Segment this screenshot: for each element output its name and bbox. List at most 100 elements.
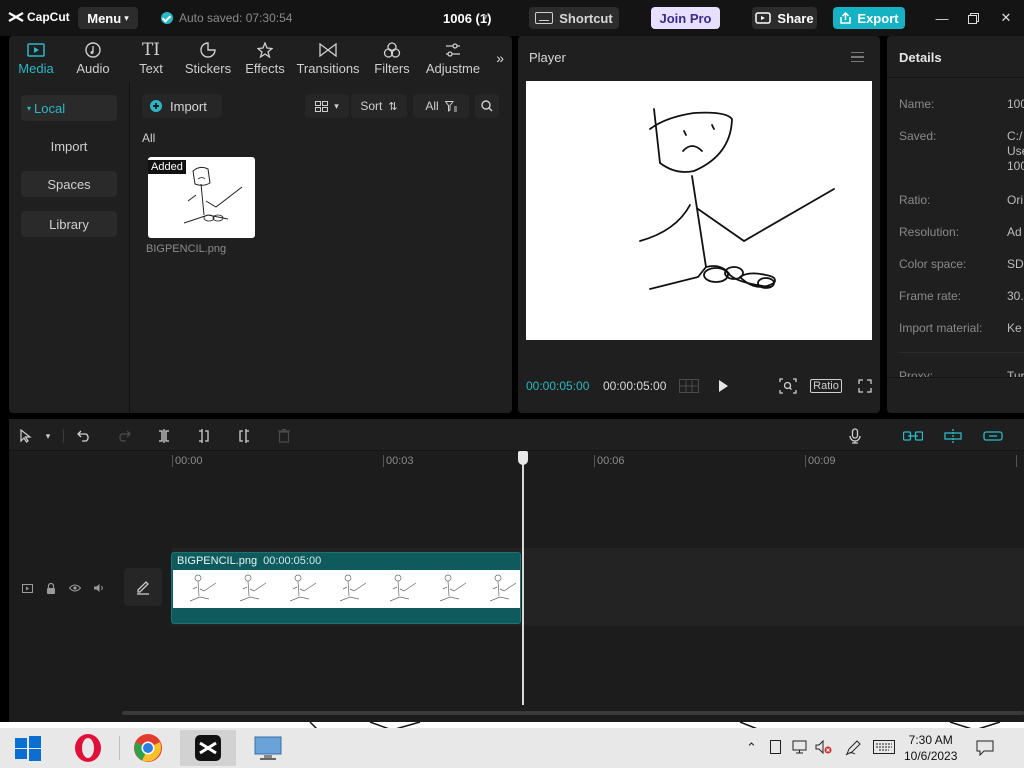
grid-view-icon (315, 100, 329, 112)
notification-icon[interactable] (976, 740, 994, 759)
tab-stickers-label: Stickers (184, 61, 232, 76)
tab-effects[interactable]: Effects (244, 36, 286, 82)
timecode-grid-icon[interactable] (678, 376, 700, 396)
media-icon (26, 41, 46, 59)
view-mode-button[interactable]: ▾ (305, 94, 349, 118)
ratio-button[interactable]: Ratio (809, 376, 843, 396)
chrome-taskbar-icon[interactable] (120, 730, 176, 766)
link-clips-icon[interactable] (902, 427, 924, 445)
zoom-fit-icon[interactable] (778, 376, 798, 396)
tab-adjustment[interactable]: Adjustme (423, 36, 483, 82)
check-circle-icon (161, 12, 173, 24)
share-button[interactable]: Share (752, 7, 817, 29)
sort-button[interactable]: Sort ⇅ (351, 94, 407, 118)
detail-label: Import material: (899, 321, 983, 335)
nav-import[interactable]: Import (21, 133, 117, 159)
divider (887, 377, 1024, 378)
media-thumbnail[interactable]: Added (148, 157, 255, 238)
detail-label: Frame rate: (899, 289, 962, 303)
tab-transitions-label: Transitions (296, 61, 360, 76)
timeline-ruler[interactable]: 00:00 00:03 00:06 00:09 (172, 451, 1024, 469)
tab-transitions[interactable]: Transitions (296, 36, 360, 82)
track-toggle-icon[interactable] (20, 581, 34, 595)
filter-button[interactable]: All (413, 94, 469, 118)
start-button[interactable] (0, 730, 56, 766)
share-label: Share (777, 10, 814, 26)
close-icon[interactable]: ✕ (996, 8, 1016, 28)
sort-label: Sort (360, 99, 383, 113)
import-label: Import (170, 98, 207, 114)
ratio-label: Ratio (810, 379, 842, 393)
clock-time: 7:30 AM (908, 733, 953, 747)
stickers-icon (198, 41, 218, 59)
shortcut-button[interactable]: Shortcut (529, 7, 619, 29)
tab-text-label: Text (139, 61, 163, 76)
import-button[interactable]: Import (142, 94, 222, 118)
network-icon[interactable] (792, 740, 810, 757)
chevron-double-right-icon[interactable]: » (496, 50, 504, 66)
detail-label: Saved: (899, 129, 937, 143)
tablet-icon[interactable] (770, 740, 781, 757)
delete-icon[interactable] (275, 427, 293, 445)
select-cursor-icon[interactable] (17, 427, 35, 445)
eye-icon[interactable] (68, 581, 82, 595)
windows-taskbar: ⌃ 7:30 AM 10/6/2023 (0, 728, 1024, 768)
clip-frame (473, 570, 520, 608)
tab-media[interactable]: Media (16, 36, 56, 82)
hamburger-menu-icon[interactable] (851, 52, 864, 62)
export-button[interactable]: Export (833, 7, 905, 29)
monitor-taskbar-icon[interactable] (240, 730, 296, 766)
speaker-muted-icon[interactable] (815, 739, 833, 757)
autosave-status: Auto saved: 07:30:54 (161, 11, 292, 25)
split-icon[interactable] (155, 427, 173, 445)
opera-taskbar-icon[interactable] (60, 730, 116, 766)
speaker-icon[interactable] (92, 581, 106, 595)
search-button[interactable] (475, 94, 499, 118)
filters-icon (382, 41, 402, 59)
snap-icon[interactable] (942, 427, 964, 445)
chevron-down-icon[interactable]: ▾ (39, 427, 57, 445)
clock-date: 10/6/2023 (904, 749, 958, 763)
redo-icon[interactable] (115, 427, 133, 445)
join-pro-button[interactable]: Join Pro (651, 7, 720, 29)
clip-frame (173, 570, 223, 608)
playhead-handle[interactable] (518, 451, 528, 465)
lock-icon[interactable] (44, 581, 58, 595)
system-clock[interactable]: 7:30 AM 10/6/2023 (904, 732, 957, 764)
trim-right-icon[interactable] (235, 427, 253, 445)
chevron-up-icon[interactable]: ⌃ (746, 740, 757, 756)
timeline-scrollbar[interactable] (122, 711, 1024, 715)
keyboard-icon[interactable] (873, 740, 895, 757)
undo-icon[interactable] (75, 427, 93, 445)
playhead[interactable] (522, 459, 524, 705)
pen-icon[interactable] (845, 740, 861, 759)
detail-value: SD (1007, 257, 1024, 271)
chevron-down-icon[interactable]: ▾ (483, 12, 488, 23)
nav-local[interactable]: ▾ Local (21, 95, 117, 121)
capcut-taskbar-icon[interactable] (180, 730, 236, 766)
title-bar: CapCut Menu ▾ Auto saved: 07:30:54 1006 … (0, 0, 1024, 36)
clip-frame (373, 570, 423, 608)
fullscreen-icon[interactable] (856, 376, 874, 396)
play-icon[interactable] (714, 376, 732, 396)
tab-filters[interactable]: Filters (373, 36, 411, 82)
trim-left-icon[interactable] (195, 427, 213, 445)
ruler-tick (172, 455, 173, 467)
edit-cover-button[interactable] (124, 568, 162, 606)
section-heading: All (142, 131, 156, 145)
restore-icon[interactable] (963, 8, 983, 28)
nav-spaces[interactable]: Spaces (21, 171, 117, 197)
tab-audio[interactable]: Audio (73, 36, 113, 82)
text-icon: TI (141, 40, 161, 60)
preview-axis-icon[interactable] (982, 427, 1004, 445)
tab-text[interactable]: TI Text (134, 36, 168, 82)
adjustment-icon (443, 41, 463, 59)
preview-canvas[interactable] (526, 81, 872, 340)
tab-stickers[interactable]: Stickers (184, 36, 232, 82)
microphone-icon[interactable] (846, 427, 864, 445)
menu-button[interactable]: Menu ▾ (78, 7, 138, 29)
minimize-icon[interactable]: — (932, 8, 952, 28)
detail-label: Proxy: (899, 369, 934, 377)
nav-library[interactable]: Library (21, 211, 117, 237)
video-clip[interactable]: BIGPENCIL.png 00:00:05:00 (171, 552, 521, 624)
